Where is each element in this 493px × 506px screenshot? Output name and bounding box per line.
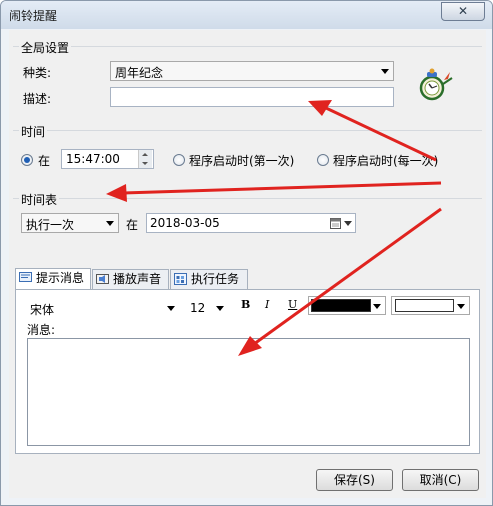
time-input[interactable]: 15:47:00: [61, 149, 154, 169]
sound-icon: [96, 274, 109, 284]
chevron-down-icon: [106, 221, 114, 226]
message-textarea[interactable]: [27, 338, 470, 446]
type-select-value: 周年纪念: [115, 66, 164, 80]
dialog-window: 闹铃提醒 ✕ 全局设置 种类: 周年纪念 描述: 时间 在 15:47:00 程…: [0, 0, 493, 506]
time-spinner[interactable]: [138, 150, 152, 168]
desc-input[interactable]: [110, 87, 394, 107]
task-icon: [174, 273, 187, 285]
message-icon: [19, 272, 32, 282]
title-bar[interactable]: 闹铃提醒 ✕: [1, 1, 492, 29]
tab-message-label: 提示消息: [36, 271, 85, 285]
message-panel: 宋体 12 B I U 消息:: [15, 289, 480, 454]
tab-sound-label: 播放声音: [113, 272, 162, 286]
every-start-label: 程序启动时(每一次): [333, 154, 439, 168]
bg-color-swatch: [395, 299, 454, 312]
repeat-select-value: 执行一次: [26, 218, 75, 232]
size-select[interactable]: 12: [185, 298, 229, 318]
tab-task-label: 执行任务: [191, 272, 240, 286]
font-select-value: 宋体: [30, 303, 55, 317]
desc-label: 描述:: [23, 92, 52, 106]
chevron-down-icon: [381, 69, 389, 74]
tab-sound[interactable]: 播放声音: [92, 269, 169, 289]
type-label: 种类:: [23, 66, 52, 80]
first-start-label: 程序启动时(第一次): [189, 154, 295, 168]
chevron-down-icon[interactable]: [344, 221, 352, 226]
alarm-clock-icon: [419, 68, 453, 101]
text-color-select[interactable]: [308, 296, 386, 315]
time-at-radio[interactable]: [21, 154, 33, 166]
chevron-down-icon: [457, 304, 465, 309]
type-select[interactable]: 周年纪念: [110, 61, 394, 81]
cancel-button[interactable]: 取消(C): [402, 469, 479, 491]
chevron-down-icon: [216, 306, 224, 311]
text-color-swatch: [311, 299, 371, 312]
spin-up-icon[interactable]: [139, 150, 152, 159]
tab-message[interactable]: 提示消息: [15, 268, 91, 290]
underline-button[interactable]: U: [288, 298, 297, 311]
time-group-title: 时间: [19, 123, 48, 140]
bold-button[interactable]: B: [241, 298, 250, 311]
date-value: 2018-03-05: [150, 216, 220, 230]
save-button[interactable]: 保存(S): [316, 469, 393, 491]
calendar-icon[interactable]: [330, 218, 341, 229]
first-start-radio[interactable]: [173, 154, 185, 166]
every-start-radio[interactable]: [317, 154, 329, 166]
message-label: 消息:: [27, 323, 56, 337]
italic-button[interactable]: I: [265, 298, 269, 311]
time-at-label: 在: [38, 154, 51, 168]
close-button[interactable]: ✕: [441, 2, 485, 21]
bg-color-select[interactable]: [391, 296, 470, 315]
chevron-down-icon: [167, 306, 175, 311]
tab-task[interactable]: 执行任务: [170, 269, 248, 289]
time-value: 15:47:00: [66, 152, 120, 166]
repeat-select[interactable]: 执行一次: [21, 213, 119, 233]
spin-down-icon[interactable]: [139, 159, 152, 168]
schedule-group-title: 时间表: [19, 191, 60, 208]
dialog-body: 全局设置 种类: 周年纪念 描述: 时间 在 15:47:00 程序启动时(第一…: [9, 30, 486, 498]
global-settings-title: 全局设置: [19, 39, 72, 56]
schedule-at-label: 在: [126, 218, 139, 232]
date-picker[interactable]: 2018-03-05: [146, 213, 356, 233]
chevron-down-icon: [373, 304, 381, 309]
size-select-value: 12: [190, 301, 206, 315]
close-icon: ✕: [457, 4, 469, 18]
window-title: 闹铃提醒: [9, 9, 58, 23]
font-select[interactable]: 宋体: [25, 298, 180, 318]
